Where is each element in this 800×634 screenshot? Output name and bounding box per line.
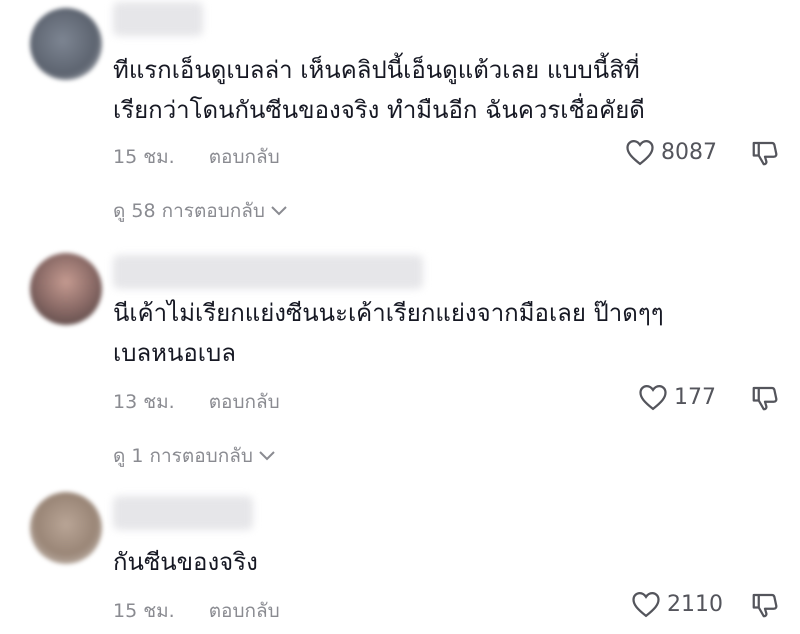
comment-2: นีเค้าไม่เรียกแย่งซีนนะเค้าเรียกแย่งจากม… [0,245,800,480]
comment-1: ทีแรกเอ็นดูเบลล่า เห็นคลิปนี้เอ็นดูแต้วเ… [0,0,800,240]
username[interactable] [113,2,203,36]
avatar[interactable] [30,8,102,80]
reply-button[interactable]: ตอบกลับ [209,142,280,172]
like-count: 2110 [667,591,723,617]
comment-text: ทีแรกเอ็นดูเบลล่า เห็นคลิปนี้เอ็นดูแต้วเ… [113,56,645,124]
username[interactable] [113,496,253,530]
username[interactable] [113,255,423,289]
view-replies-button[interactable]: ดู 58 การตอบกลับ [113,196,289,226]
like-button[interactable]: 8087 [625,138,717,166]
dislike-button[interactable] [750,383,780,413]
reply-button[interactable]: ตอบกลับ [209,596,280,626]
heart-icon [638,383,668,411]
chevron-down-icon [259,451,275,461]
heart-icon [631,590,661,618]
avatar[interactable] [30,492,102,564]
like-count: 8087 [661,139,717,165]
view-replies-label: ดู 1 การตอบกลับ [113,445,253,467]
thumbs-down-icon [752,141,778,166]
dislike-button[interactable] [750,590,780,620]
view-replies-button[interactable]: ดู 1 การตอบกลับ [113,441,277,471]
thumbs-down-icon [752,386,778,411]
comment-time: 13 ชม. [113,391,175,413]
comment-text: นีเค้าไม่เรียกแย่งซีนนะเค้าเรียกแย่งจากม… [113,299,664,367]
comment-3: กันซีนของจริง 15 ชม. ตอบกลับ 2110 [0,490,800,634]
like-button[interactable]: 177 [638,383,716,411]
dislike-button[interactable] [750,138,780,168]
comment-text: กันซีนของจริง [113,548,258,576]
like-button[interactable]: 2110 [631,590,723,618]
comment-time: 15 ชม. [113,600,175,622]
avatar[interactable] [30,253,102,325]
reply-button[interactable]: ตอบกลับ [209,387,280,417]
view-replies-label: ดู 58 การตอบกลับ [113,200,265,222]
chevron-down-icon [271,206,287,216]
comment-time: 15 ชม. [113,146,175,168]
like-count: 177 [674,384,716,410]
thumbs-down-icon [752,593,778,618]
heart-icon [625,138,655,166]
